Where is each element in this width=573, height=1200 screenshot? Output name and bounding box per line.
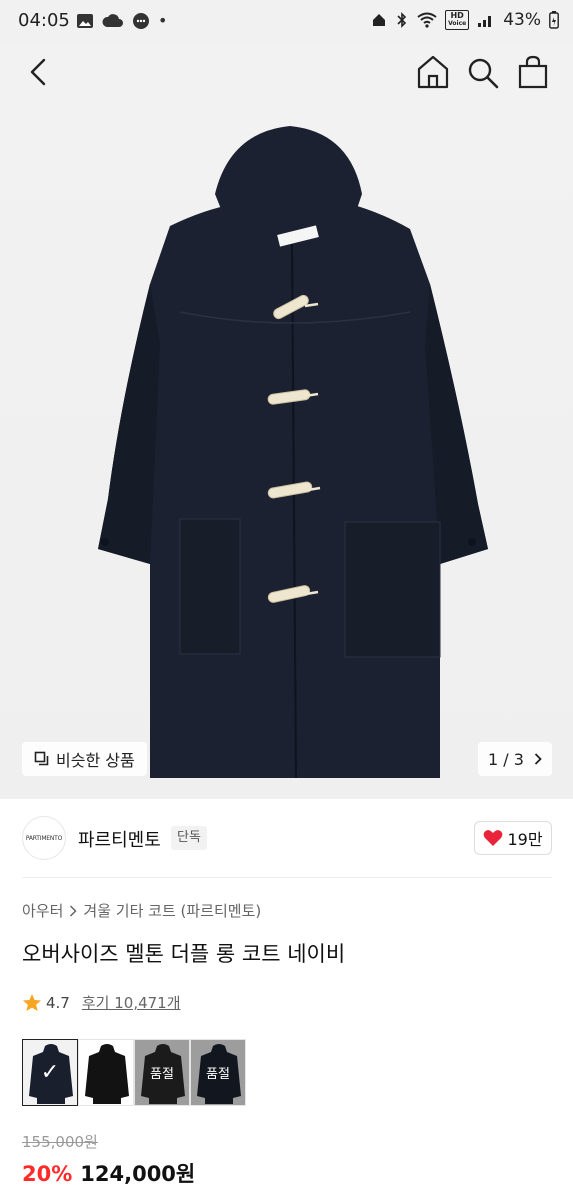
search-icon[interactable] xyxy=(466,56,500,90)
product-image[interactable]: 비슷한 상품 1 / 3 xyxy=(0,44,573,799)
chevron-right-icon xyxy=(70,904,77,917)
wifi-icon xyxy=(417,12,437,28)
swatch-coat-image xyxy=(79,1040,133,1105)
like-count: 19만 xyxy=(507,830,543,849)
color-options: ✓ 품절 품절 xyxy=(22,1039,246,1106)
voice-label: Voice xyxy=(448,20,467,27)
more-dot-icon: • xyxy=(158,11,168,30)
sale-price: 124,000원 xyxy=(80,1162,196,1186)
home-icon[interactable] xyxy=(416,54,450,90)
breadcrumb-item-outer[interactable]: 아우터 xyxy=(22,900,63,921)
brand-name[interactable]: 파르티멘토 xyxy=(78,826,161,852)
bluetooth-icon xyxy=(397,12,407,28)
color-swatch[interactable]: ✓ xyxy=(22,1039,78,1106)
color-swatch[interactable]: 품절 xyxy=(190,1039,246,1106)
hd-label: HD xyxy=(450,11,464,20)
selected-check-icon: ✓ xyxy=(40,1060,60,1085)
signal-icon xyxy=(478,16,492,27)
star-icon xyxy=(23,993,41,1011)
back-chevron-icon[interactable] xyxy=(24,56,56,88)
sold-out-overlay: 품절 xyxy=(135,1040,189,1105)
similar-label: 비슷한 상품 xyxy=(56,751,135,770)
divider xyxy=(22,877,552,878)
similar-products-button[interactable]: 비슷한 상품 xyxy=(22,742,147,776)
heart-icon xyxy=(484,830,503,846)
rating-row: 4.7 후기 10,471개 xyxy=(22,992,181,1013)
hd-voice-badge: HD Voice xyxy=(445,10,470,30)
price-row: 20% 124,000원 xyxy=(22,1158,195,1188)
battery-percent: 43% xyxy=(503,10,541,30)
shopping-bag-icon[interactable] xyxy=(516,54,550,90)
brand-row[interactable]: PARTIMENTO 파르티멘토 단독 19만 xyxy=(22,816,552,862)
like-button[interactable]: 19만 xyxy=(474,821,552,855)
notification-icons: • xyxy=(76,11,167,30)
home-status-icon xyxy=(373,14,386,26)
breadcrumb: 아우터 겨울 기타 코트 (파르티멘토) xyxy=(22,900,261,921)
rating-value: 4.7 xyxy=(46,993,70,1012)
status-bar: 04:05 • HD Voice 43% xyxy=(0,0,573,44)
gallery-icon xyxy=(77,13,93,28)
sold-out-overlay: 품절 xyxy=(191,1040,245,1105)
color-swatch[interactable]: 품절 xyxy=(134,1039,190,1106)
page-indicator: 1 / 3 xyxy=(488,749,524,769)
cloud-icon xyxy=(102,13,123,27)
status-time: 04:05 xyxy=(18,10,70,31)
exclusive-badge: 단독 xyxy=(171,826,207,850)
review-link[interactable]: 후기 10,471개 xyxy=(82,992,181,1013)
status-right: HD Voice 43% xyxy=(371,10,559,30)
product-title: 오버사이즈 멜톤 더플 롱 코트 네이비 xyxy=(22,942,346,966)
color-swatch[interactable] xyxy=(78,1039,134,1106)
chat-icon xyxy=(133,12,149,29)
chevron-right-icon xyxy=(534,753,542,765)
battery-icon xyxy=(549,11,559,29)
brand-logo[interactable]: PARTIMENTO xyxy=(22,816,66,860)
copy-icon xyxy=(34,751,49,766)
original-price: 155,000원 xyxy=(22,1133,98,1151)
discount-rate: 20% xyxy=(22,1162,73,1186)
breadcrumb-item-category[interactable]: 겨울 기타 코트 (파르티멘토) xyxy=(83,900,261,921)
coat-illustration xyxy=(0,44,573,799)
image-pager[interactable]: 1 / 3 xyxy=(478,742,552,776)
